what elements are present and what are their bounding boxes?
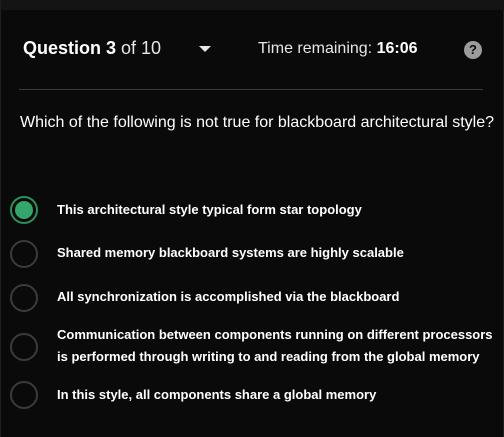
radio-button[interactable]	[10, 284, 38, 312]
top-strip	[1, 0, 504, 10]
radio-button[interactable]	[10, 333, 38, 361]
answer-option-5[interactable]: In this style, all components share a gl…	[1, 381, 504, 409]
question-nav-dropdown[interactable]	[195, 42, 215, 56]
answer-option-label: All synchronization is accomplished via …	[57, 289, 400, 304]
answer-option-label: In this style, all components share a gl…	[57, 387, 377, 402]
question-counter: Question 3 of 10	[23, 37, 161, 59]
answer-option-4[interactable]: Communication between components running…	[1, 322, 504, 368]
answer-option-label: Communication between components running…	[57, 327, 493, 364]
question-total: of 10	[116, 38, 162, 58]
radio-button[interactable]	[10, 381, 38, 409]
radio-button[interactable]	[10, 240, 38, 268]
answer-option-2[interactable]: Shared memory blackboard systems are hig…	[1, 240, 504, 268]
time-remaining: Time remaining: 16:06	[258, 39, 417, 59]
answer-option-3[interactable]: All synchronization is accomplished via …	[1, 284, 504, 312]
time-remaining-value: 16:06	[376, 40, 418, 57]
radio-selected-dot	[15, 201, 33, 219]
radio-button-selected[interactable]	[10, 196, 38, 224]
answer-option-1[interactable]: This architectural style typical form st…	[1, 196, 504, 224]
quiz-header: Question 3 of 10 Time remaining: 16:06 ?	[1, 24, 504, 74]
answer-option-label: Shared memory blackboard systems are hig…	[57, 245, 404, 260]
header-divider	[19, 89, 483, 90]
question-number: Question 3	[23, 38, 117, 58]
answer-option-label: This architectural style typical form st…	[57, 202, 362, 217]
question-circle-icon[interactable]: ?	[464, 41, 482, 59]
question-text: Which of the following is not true for b…	[20, 114, 495, 131]
quiz-panel: Question 3 of 10 Time remaining: 16:06 ?…	[0, 0, 504, 437]
time-remaining-label: Time remaining:	[258, 40, 377, 57]
chevron-down-icon	[199, 46, 211, 52]
